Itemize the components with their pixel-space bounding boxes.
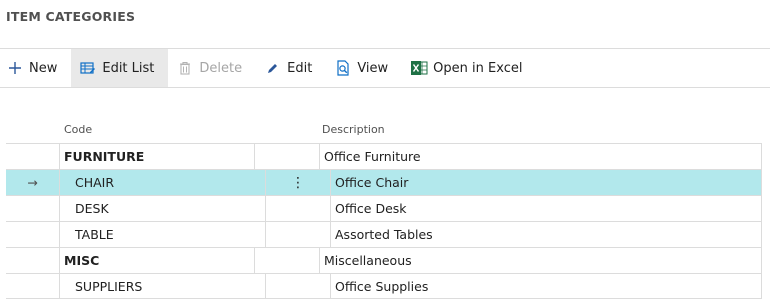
description-cell[interactable]: Office Desk <box>331 196 762 221</box>
action-bar: New Edit List Delete Edit View Open in E… <box>0 48 770 88</box>
code-cell[interactable]: CHAIR <box>60 170 266 195</box>
grid-header: Code Description <box>6 115 762 143</box>
code-cell[interactable]: DESK <box>60 196 266 221</box>
row-menu-cell <box>266 274 331 298</box>
description-cell[interactable]: Office Furniture <box>320 144 762 169</box>
item-categories-grid: Code Description FURNITURE Office Furnit… <box>6 115 762 299</box>
view-button[interactable]: View <box>326 49 402 87</box>
new-button-label: New <box>29 60 58 76</box>
table-row[interactable]: MISC Miscellaneous <box>6 247 762 273</box>
code-cell[interactable]: MISC <box>60 248 255 273</box>
open-in-excel-button-label: Open in Excel <box>433 60 523 76</box>
edit-button[interactable]: Edit <box>256 49 326 87</box>
description-cell[interactable]: Office Supplies <box>331 274 762 298</box>
row-indicator <box>6 222 60 247</box>
excel-icon <box>410 59 428 77</box>
trash-icon <box>176 59 194 77</box>
row-selected-arrow-icon: → <box>6 170 60 195</box>
description-column-header[interactable]: Description <box>318 123 762 136</box>
row-menu-cell <box>255 144 320 169</box>
row-menu-cell <box>266 196 331 221</box>
code-cell[interactable]: SUPPLIERS <box>60 274 266 298</box>
table-row[interactable]: TABLE Assorted Tables <box>6 221 762 247</box>
row-indicator <box>6 274 60 298</box>
description-cell[interactable]: Office Chair <box>331 170 762 195</box>
row-indicator <box>6 248 60 273</box>
table-row[interactable]: FURNITURE Office Furniture <box>6 143 762 169</box>
table-row[interactable]: DESK Office Desk <box>6 195 762 221</box>
page-title: ITEM CATEGORIES <box>6 9 136 24</box>
description-cell[interactable]: Miscellaneous <box>320 248 762 273</box>
open-in-excel-button[interactable]: Open in Excel <box>402 49 536 87</box>
table-row[interactable]: → CHAIR ⋮ Office Chair <box>6 169 762 195</box>
edit-list-icon <box>79 59 97 77</box>
delete-button-label: Delete <box>199 60 243 76</box>
row-indicator <box>6 196 60 221</box>
code-cell[interactable]: FURNITURE <box>60 144 255 169</box>
plus-icon <box>6 59 24 77</box>
view-icon <box>334 59 352 77</box>
edit-list-button[interactable]: Edit List <box>71 49 169 87</box>
view-button-label: View <box>357 60 389 76</box>
edit-button-label: Edit <box>287 60 313 76</box>
delete-button[interactable]: Delete <box>168 49 256 87</box>
row-indicator <box>6 144 60 169</box>
row-menu-cell <box>266 222 331 247</box>
pencil-icon <box>264 59 282 77</box>
row-menu-cell <box>255 248 320 273</box>
description-cell[interactable]: Assorted Tables <box>331 222 762 247</box>
code-column-header[interactable]: Code <box>60 123 318 136</box>
table-row[interactable]: SUPPLIERS Office Supplies <box>6 273 762 299</box>
new-button[interactable]: New <box>0 49 71 87</box>
edit-list-button-label: Edit List <box>102 60 155 76</box>
row-more-options-icon[interactable]: ⋮ <box>266 170 331 195</box>
code-cell[interactable]: TABLE <box>60 222 266 247</box>
